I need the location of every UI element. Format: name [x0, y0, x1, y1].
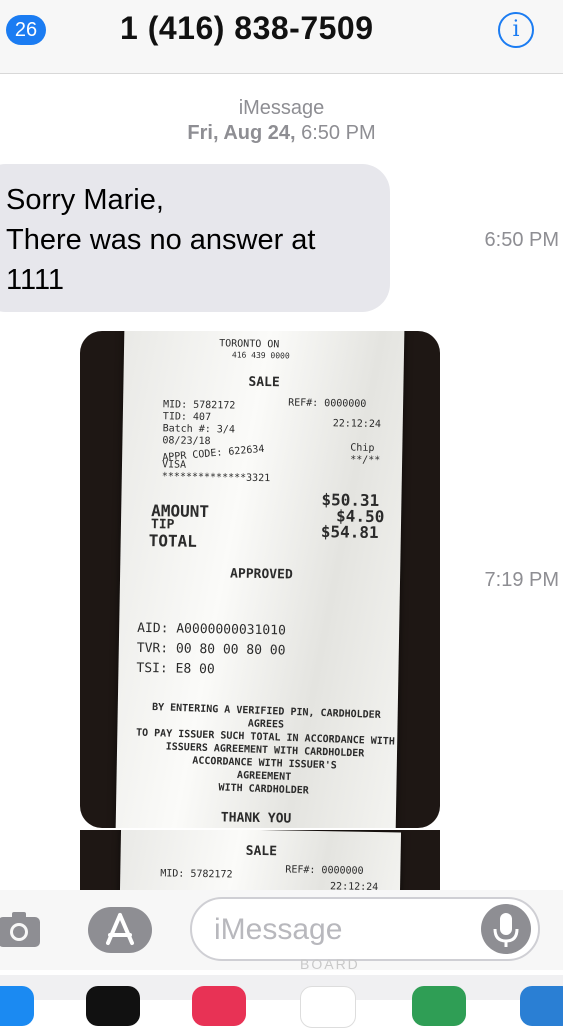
timestamp-time: 6:50 PM: [301, 122, 376, 144]
app-tray-icon[interactable]: [86, 986, 140, 1026]
message-input-placeholder: iMessage: [214, 913, 343, 946]
microphone-icon[interactable]: [480, 903, 532, 955]
receipt-aid: AID: A0000000031010: [137, 620, 286, 639]
receipt-tvr: TVR: 00 80 00 80 00: [136, 640, 286, 659]
receipt-thank-you: THANK YOU: [220, 810, 292, 827]
receipt-status: APPROVED: [229, 566, 293, 583]
receipt-ref: REF#: 0000000: [288, 397, 367, 410]
receipt-batch: Batch #: 3/4: [162, 423, 235, 436]
message-text: Sorry Marie, There was no answer at 1111: [6, 180, 386, 300]
message-line: There was no answer at: [6, 224, 316, 256]
watermark: BOARD: [300, 956, 360, 972]
receipt-mid: MID: 5782172: [162, 399, 236, 412]
conversation-timestamp: Fri, Aug 24, 6:50 PM: [0, 122, 563, 145]
receipt-photo[interactable]: TORONTO ON 416 439 0000 SALE MID: 578217…: [80, 331, 440, 828]
message-line: 1111: [6, 264, 65, 296]
receipt-disclaimer: BY ENTERING A VERIFIED PIN, CARDHOLDER A…: [128, 700, 401, 800]
timestamp-date: Fri, Aug 24,: [187, 122, 296, 144]
receipt-date: 08/23/18: [162, 435, 211, 448]
app-tray-icon[interactable]: [300, 986, 356, 1028]
app-tray: [0, 975, 563, 1000]
receipt-card-exp: **/**: [350, 454, 381, 467]
receipt-transaction-type: SALE: [245, 843, 278, 860]
receipt-card-type: VISA: [161, 459, 187, 471]
receipt-phone: 416 439 0000: [231, 350, 290, 361]
contact-title[interactable]: 1 (416) 838-7509: [120, 10, 374, 47]
receipt-time: 22:12:24: [329, 881, 379, 890]
message-time: 7:19 PM: [484, 569, 559, 591]
back-unread-badge[interactable]: 26: [6, 15, 46, 45]
receipt-mid: MID: 5782172: [160, 868, 233, 881]
message-line: Sorry Marie,: [6, 184, 164, 216]
receipt-city: TORONTO ON: [219, 338, 280, 351]
receipt-card-number: **************3321: [161, 471, 271, 485]
receipt-transaction-type: SALE: [248, 374, 280, 391]
info-icon[interactable]: i: [498, 12, 534, 48]
nav-header: 26 1 (416) 838-7509 i: [0, 0, 563, 74]
receipt-time: 22:12:24: [332, 418, 382, 431]
service-label: iMessage: [238, 97, 325, 119]
camera-icon[interactable]: [0, 907, 44, 951]
receipt-entry: Chip: [350, 442, 375, 454]
app-tray-icon[interactable]: [412, 986, 466, 1026]
app-tray-icon[interactable]: [192, 986, 246, 1026]
receipt-total-label: TOTAL: [148, 531, 198, 551]
receipt-total-value: $54.81: [320, 522, 379, 543]
message-time: 6:50 PM: [484, 229, 559, 251]
receipt-tsi: TSI: E8 00: [136, 660, 215, 678]
app-tray-icon[interactable]: [0, 986, 34, 1026]
appstore-icon[interactable]: [86, 905, 154, 955]
app-tray-icon[interactable]: [520, 986, 563, 1026]
receipt-photo-second[interactable]: SALE MID: 5782172 REF#: 0000000 22:12:24: [80, 830, 440, 890]
receipt-paper: SALE MID: 5782172 REF#: 0000000 22:12:24: [118, 830, 402, 890]
receipt-tid: TID: 407: [162, 411, 212, 424]
receipt-ref: REF#: 0000000: [285, 864, 364, 877]
